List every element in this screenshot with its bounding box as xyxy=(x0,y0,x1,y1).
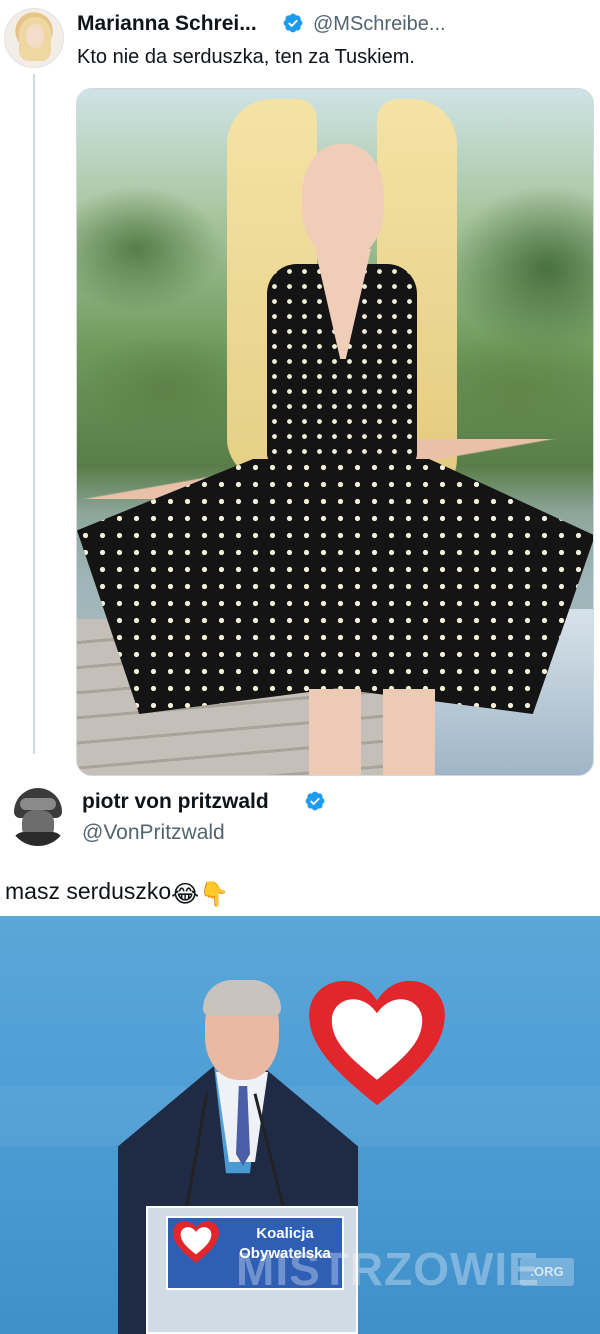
reply-author-name[interactable]: piotr von pritzwald xyxy=(82,790,269,814)
sign-heart-icon xyxy=(173,1220,219,1264)
original-author-name[interactable]: Marianna Schrei... xyxy=(77,12,257,36)
heart-logo-icon xyxy=(309,980,445,1106)
avatar-goggles xyxy=(20,798,56,810)
original-author-avatar[interactable] xyxy=(4,8,64,68)
watermark: MISTRZOWIE xyxy=(236,1243,540,1295)
photo-legs xyxy=(302,689,442,775)
photo-speaker-hair xyxy=(203,980,281,1016)
original-author-handle[interactable]: @MSchreibe... xyxy=(313,13,446,36)
original-post-text: Kto nie da serduszka, ten za Tuskiem. xyxy=(77,46,415,68)
reply-text-body: masz serduszko xyxy=(5,878,172,904)
thread-line xyxy=(33,74,35,754)
verified-badge-icon xyxy=(305,791,325,811)
watermark-suffix: .ORG xyxy=(520,1258,574,1286)
reply-photo[interactable]: Koalicja Obywatelska MISTRZOWIE .ORG xyxy=(0,916,600,1334)
avatar-face xyxy=(26,24,44,48)
verified-badge-icon xyxy=(283,13,303,33)
original-post-photo[interactable] xyxy=(76,88,594,776)
reply-text: masz serduszko😂👇 xyxy=(5,878,229,909)
backhand-index-pointing-down-emoji: 👇 xyxy=(199,881,230,908)
reply-author-avatar[interactable] xyxy=(8,786,68,846)
avatar-collar xyxy=(12,832,64,846)
photo-face xyxy=(302,144,384,259)
reply-author-handle[interactable]: @VonPritzwald xyxy=(82,821,225,845)
podium-sign-line1: Koalicja xyxy=(256,1225,314,1242)
tears-of-joy-emoji: 😂 xyxy=(171,881,200,908)
